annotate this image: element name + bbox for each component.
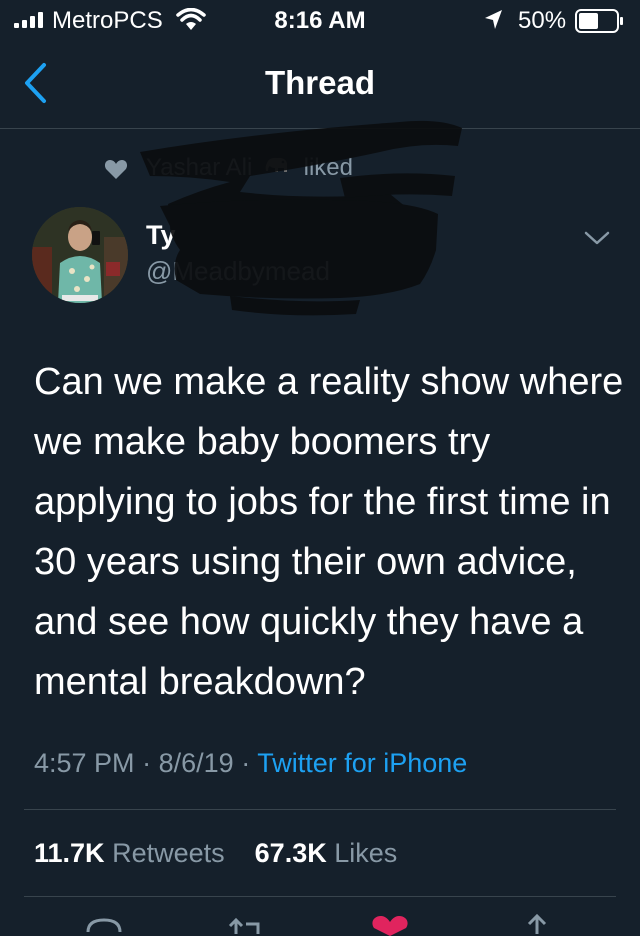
page-title: Thread (264, 64, 376, 101)
like-count: 67.3K (254, 838, 327, 868)
meta-separator: · (142, 748, 152, 778)
liker-name[interactable]: Yashar Ali (146, 154, 252, 181)
elephant-emoji-icon (265, 157, 287, 172)
tweet-stats: 11.7K Retweets 67.3K Likes (34, 838, 397, 869)
divider (24, 809, 616, 810)
battery-percent: 50% (518, 7, 567, 34)
divider (24, 896, 616, 897)
likes-label: Likes (334, 838, 398, 868)
likes-count-link[interactable]: 67.3K Likes (255, 838, 398, 868)
tweet-text: Can we make a reality show where we make… (34, 361, 624, 703)
nav-bar: Thread (0, 42, 640, 129)
tweet-date: 8/6/19 (158, 748, 234, 778)
like-icon[interactable] (370, 916, 410, 936)
author-handle[interactable]: @Meadbymead (146, 256, 330, 287)
location-icon (485, 10, 502, 29)
battery-icon (575, 9, 623, 33)
retweets-label: Retweets (112, 838, 225, 868)
status-bar: MetroPCS 8:16 AM 50% (0, 0, 640, 42)
meta-separator: · (241, 748, 251, 778)
retweet-count: 11.7K (34, 838, 105, 868)
author-name[interactable]: Ty (146, 220, 176, 251)
retweets-count-link[interactable]: 11.7K Retweets (34, 838, 225, 868)
tweet-time: 4:57 PM (34, 748, 135, 778)
heart-icon (104, 160, 128, 179)
tweet-meta: 4:57 PM · 8/6/19 · Twitter for iPhone (34, 748, 467, 779)
tweet-source-link[interactable]: Twitter for iPhone (257, 748, 467, 778)
liked-label: liked (303, 154, 353, 181)
avatar[interactable] (32, 207, 128, 303)
chevron-down-icon[interactable] (584, 230, 610, 246)
